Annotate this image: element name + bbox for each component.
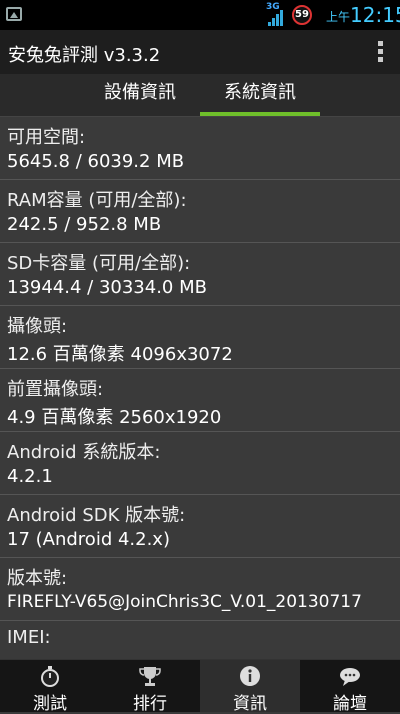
nav-item-test[interactable]: 測試 [0, 660, 100, 714]
info-label: 前置攝像頭: [7, 379, 104, 400]
stopwatch-icon [41, 666, 59, 687]
nav-item-ranking[interactable]: 排行 [100, 660, 200, 714]
action-bar: 安兔兔評測 v3.3.2 [0, 30, 400, 74]
info-label: 版本號: [7, 568, 68, 589]
nav-label: 論壇 [333, 694, 367, 714]
info-value: 17 (Android 4.2.x) [7, 529, 170, 550]
nav-label: 測試 [33, 694, 67, 714]
tab-device-info[interactable]: 設備資訊 [60, 74, 220, 116]
info-value: 12.6 百萬像素 4096x3072 [7, 344, 233, 365]
signal-strength-icon [268, 10, 286, 26]
gallery-notification-icon [6, 7, 22, 21]
info-label: SD卡容量 (可用/全部): [7, 253, 191, 274]
tab-selected-indicator [200, 112, 320, 116]
tab-bar: 設備資訊 系統資訊 [0, 74, 400, 117]
app-title: 安兔兔評測 v3.3.2 [8, 45, 161, 66]
nav-label: 資訊 [233, 694, 267, 714]
status-bar: 3G 59 上午 12:15 [0, 0, 400, 30]
info-label: RAM容量 (可用/全部): [7, 190, 187, 211]
info-item-available-space: 可用空間: 5645.8 / 6039.2 MB [0, 117, 400, 180]
overflow-menu-icon[interactable] [378, 41, 384, 65]
info-item-android-version: Android 系統版本: 4.2.1 [0, 432, 400, 495]
nav-label: 排行 [133, 694, 167, 714]
info-label: IMEI: [7, 627, 51, 648]
info-item-camera: 攝像頭: 12.6 百萬像素 4096x3072 [0, 306, 400, 369]
battery-icon: 59 [292, 5, 312, 25]
info-item-front-camera: 前置攝像頭: 4.9 百萬像素 2560x1920 [0, 369, 400, 432]
info-label: Android SDK 版本號: [7, 505, 186, 526]
clock-time: 12:15 [350, 3, 400, 27]
info-item-sdk-version: Android SDK 版本號: 17 (Android 4.2.x) [0, 495, 400, 558]
info-item-build-number: 版本號: FIREFLY-V65@JoinChris3C_V.01_201307… [0, 558, 400, 621]
info-label: 攝像頭: [7, 316, 68, 337]
info-value: 13944.4 / 30334.0 MB [7, 277, 207, 298]
info-value: 4.2.1 [7, 466, 53, 487]
chat-icon [340, 668, 360, 686]
nav-item-info[interactable]: 資訊 [200, 660, 300, 714]
tab-system-info[interactable]: 系統資訊 [200, 74, 320, 116]
info-label: 可用空間: [7, 127, 86, 148]
info-value: 242.5 / 952.8 MB [7, 214, 162, 235]
info-value: 5645.8 / 6039.2 MB [7, 151, 185, 172]
clock-ampm: 上午 [326, 10, 351, 24]
tab-label: 系統資訊 [224, 82, 296, 103]
info-item-imei: IMEI: [0, 621, 400, 659]
tab-label: 設備資訊 [104, 82, 176, 103]
bottom-nav: 測試 排行 資訊 論壇 [0, 659, 400, 714]
info-item-ram: RAM容量 (可用/全部): 242.5 / 952.8 MB [0, 180, 400, 243]
nav-item-forum[interactable]: 論壇 [300, 660, 400, 714]
info-value: 4.9 百萬像素 2560x1920 [7, 407, 222, 428]
info-item-sd-card: SD卡容量 (可用/全部): 13944.4 / 30334.0 MB [0, 243, 400, 306]
info-value: FIREFLY-V65@JoinChris3C_V.01_20130717 [7, 592, 362, 612]
info-label: Android 系統版本: [7, 442, 161, 463]
info-icon [240, 666, 260, 686]
system-info-list[interactable]: 可用空間: 5645.8 / 6039.2 MB RAM容量 (可用/全部): … [0, 117, 400, 659]
trophy-icon [139, 667, 161, 686]
